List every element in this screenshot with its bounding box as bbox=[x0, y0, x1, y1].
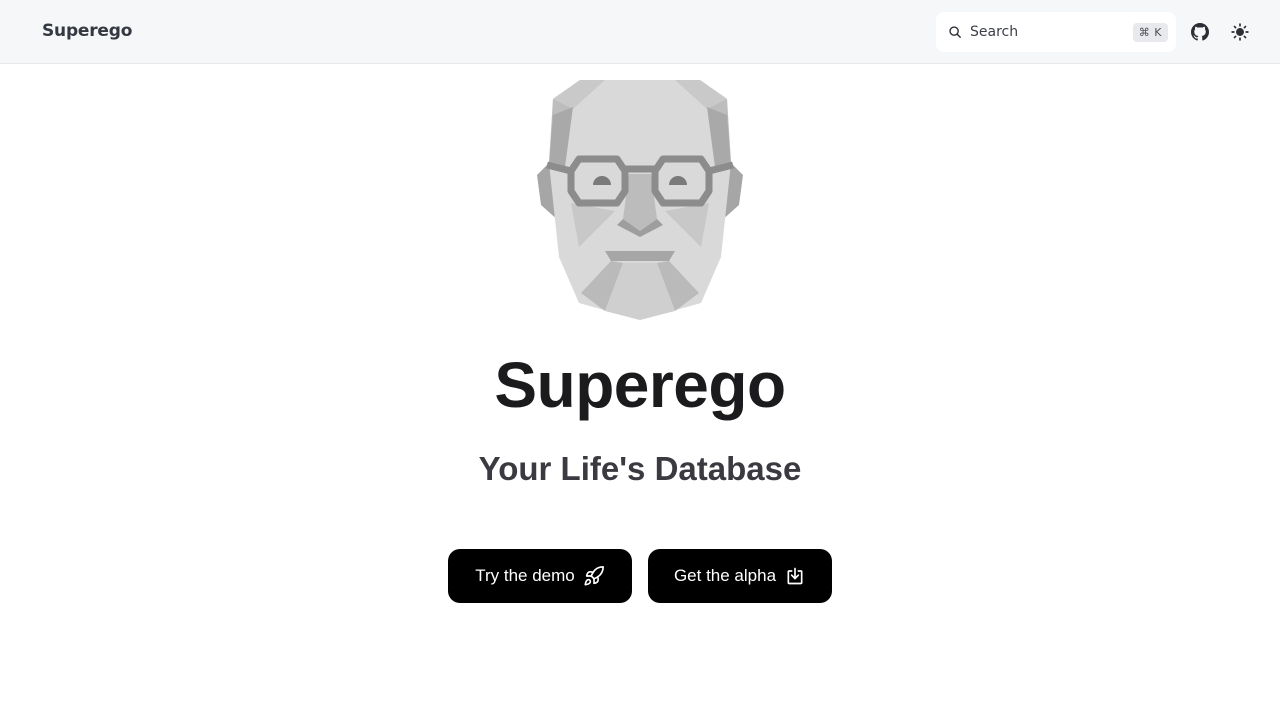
search-label: Search bbox=[970, 24, 1019, 40]
search-button[interactable]: Search ⌘ K bbox=[936, 12, 1176, 52]
github-icon bbox=[1191, 23, 1209, 41]
search-icon bbox=[948, 25, 962, 39]
top-navbar: Superego Search ⌘ K bbox=[0, 0, 1280, 64]
hero-title: Superego bbox=[494, 349, 786, 421]
try-demo-label: Try the demo bbox=[475, 566, 575, 585]
get-alpha-button[interactable]: Get the alpha bbox=[648, 549, 832, 603]
brand-link[interactable]: Superego bbox=[42, 21, 132, 41]
sun-icon bbox=[1231, 23, 1249, 41]
theme-toggle-button[interactable] bbox=[1230, 22, 1250, 42]
get-alpha-label: Get the alpha bbox=[673, 566, 777, 585]
download-icon bbox=[784, 565, 806, 587]
hero-subtitle: Your Life's Database bbox=[478, 450, 802, 487]
github-link[interactable] bbox=[1190, 22, 1210, 42]
rocket-icon bbox=[583, 565, 605, 587]
try-demo-button[interactable]: Try the demo bbox=[448, 549, 632, 603]
search-shortcut-badge: ⌘ K bbox=[1132, 22, 1168, 42]
superego-face-logo bbox=[535, 79, 745, 321]
